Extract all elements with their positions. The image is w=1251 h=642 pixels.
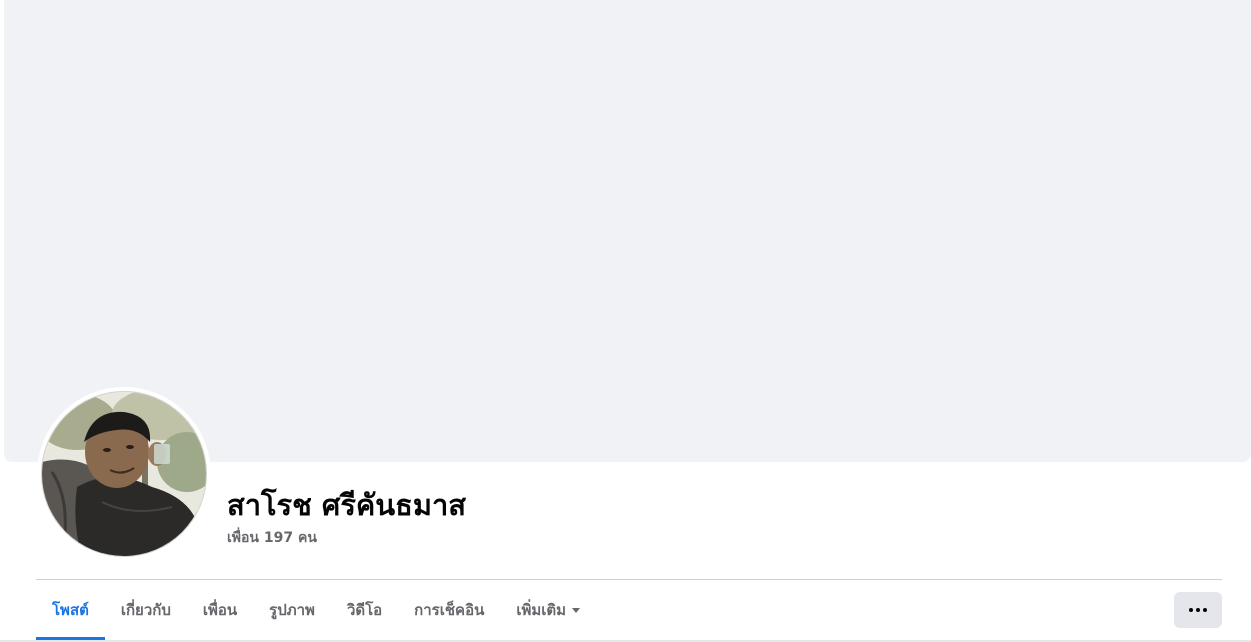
chevron-down-icon (572, 607, 581, 613)
tab-posts-label: โพสต์ (52, 601, 89, 619)
tab-friends-label: เพื่อน (202, 601, 238, 619)
avatar-photo (42, 392, 206, 556)
profile-avatar[interactable] (41, 391, 207, 557)
tab-photos-label: รูปภาพ (269, 601, 315, 619)
tab-photos[interactable]: รูปภาพ (253, 580, 331, 640)
cover-photo[interactable] (4, 0, 1251, 462)
profile-page: สาโรช ศรีคันธมาส เพื่อน 197 คน โพสต์ เกี… (0, 0, 1251, 642)
tab-checkins-label: การเช็คอิน (414, 601, 485, 619)
tab-more[interactable]: เพิ่มเติม (500, 580, 596, 640)
tab-videos[interactable]: วิดีโอ (331, 580, 398, 640)
friend-count[interactable]: เพื่อน 197 คน (227, 528, 317, 548)
profile-name[interactable]: สาโรช ศรีคันธมาส (227, 486, 466, 524)
tab-more-label: เพิ่มเติม (516, 601, 567, 619)
profile-tabs: โพสต์ เกี่ยวกับ เพื่อน รูปภาพ วิดีโอ การ… (36, 580, 596, 640)
tab-videos-label: วิดีโอ (346, 601, 383, 619)
tab-about[interactable]: เกี่ยวกับ (105, 580, 187, 640)
tab-about-label: เกี่ยวกับ (120, 601, 171, 619)
more-horizontal-icon (1189, 608, 1207, 612)
tab-checkins[interactable]: การเช็คอิน (398, 580, 500, 640)
tab-friends[interactable]: เพื่อน (187, 580, 253, 640)
tab-posts[interactable]: โพสต์ (36, 580, 105, 640)
more-options-button[interactable] (1174, 592, 1222, 628)
